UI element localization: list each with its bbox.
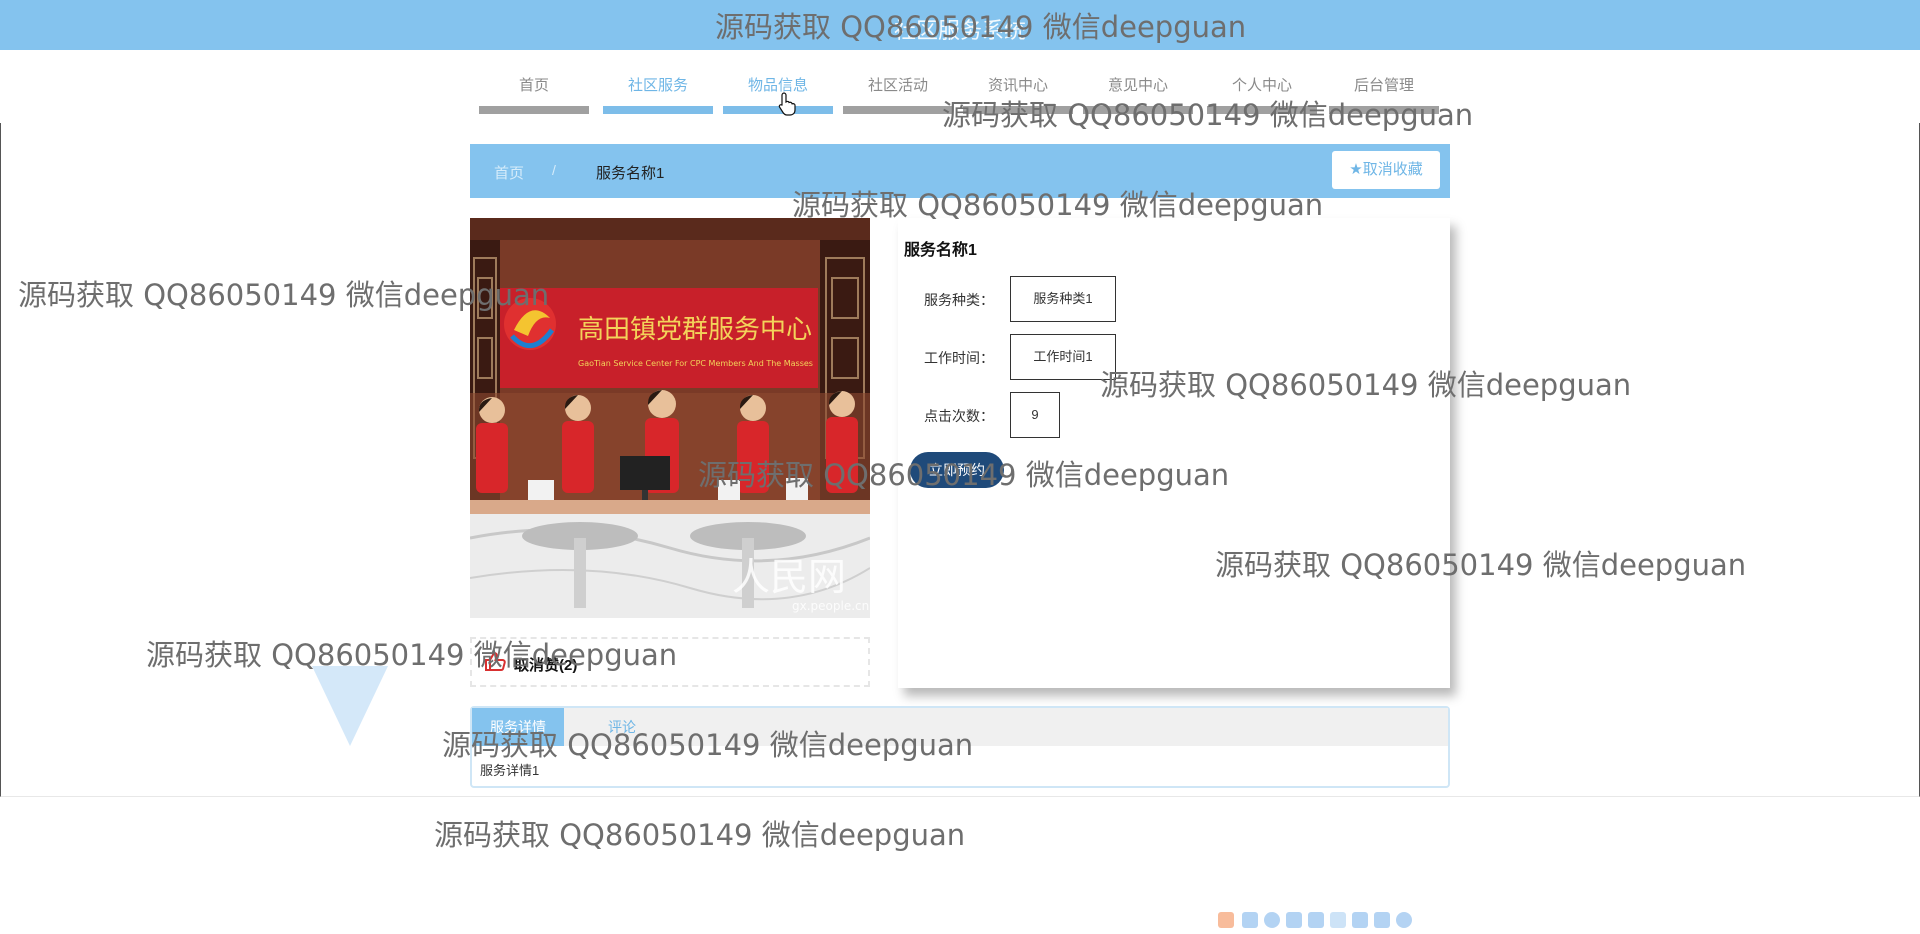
- main-nav: 首页 社区服务 物品信息 社区活动 资讯中心 意见中心 个人中心 后台管理: [479, 68, 1439, 114]
- nav-item-label: 资讯中心: [987, 77, 1048, 94]
- reserve-now-button[interactable]: 立即预约: [910, 452, 1004, 488]
- tab-service-detail[interactable]: 服务详情: [472, 708, 564, 746]
- ime-toolbar: [1218, 908, 1424, 932]
- nav-item-feedback-center[interactable]: 意见中心: [1083, 68, 1193, 114]
- nav-item-underline: [963, 106, 1073, 114]
- photo-watermark-url: gx.people.cn: [792, 599, 869, 613]
- nav-item-admin[interactable]: 后台管理: [1329, 68, 1439, 114]
- ime-logo-icon[interactable]: [1218, 912, 1234, 928]
- service-title: 服务名称1: [904, 242, 977, 259]
- star-icon: ★: [1349, 161, 1363, 178]
- nav-item-label: 社区活动: [867, 77, 928, 94]
- nav-item-underline: [1329, 106, 1439, 114]
- like-box: 取消赞(2): [470, 637, 870, 687]
- ime-shirt-icon[interactable]: [1374, 912, 1390, 928]
- nav-item-community-activity[interactable]: 社区活动: [843, 68, 953, 114]
- field-label-work-time: 工作时间：: [924, 350, 994, 366]
- tab-content: 服务详情1: [480, 763, 540, 778]
- nav-item-label: 社区服务: [627, 77, 688, 94]
- nav-item-underline: [479, 106, 589, 114]
- site-title: 社区服务系统: [893, 18, 1026, 43]
- nav-item-label: 后台管理: [1353, 77, 1414, 94]
- sign-english-text: GaoTian Service Center For CPC Members A…: [578, 359, 813, 368]
- ime-dots-icon[interactable]: [1286, 912, 1302, 928]
- detail-tabs: 服务详情 评论 服务详情1: [470, 706, 1450, 788]
- tabs-header: 服务详情 评论: [472, 708, 1448, 746]
- tab-comments[interactable]: 评论: [592, 708, 652, 746]
- breadcrumb: 首页 / 服务名称1 ★取消收藏: [470, 144, 1450, 198]
- sign-chinese-text: 高田镇党群服务中心: [578, 315, 812, 345]
- ime-keyboard-icon[interactable]: [1308, 912, 1324, 928]
- nav-item-news-center[interactable]: 资讯中心: [963, 68, 1073, 114]
- service-photo: 高田镇党群服务中心 GaoTian Service Center For CPC…: [470, 218, 870, 618]
- top-header-bar: 社区服务系统: [0, 0, 1920, 50]
- field-value-category: 服务种类1: [1010, 276, 1116, 322]
- field-label-category: 服务种类：: [924, 292, 994, 308]
- unfavorite-button[interactable]: ★取消收藏: [1332, 151, 1440, 189]
- field-label-click-count: 点击次数：: [924, 408, 994, 424]
- service-center-photo: 高田镇党群服务中心 GaoTian Service Center For CPC…: [470, 218, 870, 618]
- unfavorite-label: 取消收藏: [1362, 161, 1423, 178]
- ime-gear-icon[interactable]: [1396, 912, 1412, 928]
- field-value-click-count: 9: [1010, 392, 1060, 438]
- breadcrumb-home-link[interactable]: 首页: [494, 162, 524, 183]
- ime-grid-icon[interactable]: [1352, 912, 1368, 928]
- nav-item-underline: [843, 106, 953, 114]
- nav-item-label: 个人中心: [1231, 77, 1292, 94]
- nav-item-personal-center[interactable]: 个人中心: [1207, 68, 1317, 114]
- decorative-triangle: [312, 666, 388, 746]
- watermark-text: 源码获取 QQ86050149 微信deepguan: [434, 818, 966, 852]
- service-detail-card: 服务名称1 服务种类： 服务种类1 工作时间： 工作时间1 点击次数： 9 立即…: [898, 218, 1450, 688]
- breadcrumb-separator: /: [552, 162, 556, 178]
- thumb-up-icon[interactable]: [484, 651, 506, 671]
- nav-item-community-service[interactable]: 社区服务: [603, 68, 713, 114]
- nav-item-underline: [603, 106, 713, 114]
- breadcrumb-current: 服务名称1: [596, 165, 665, 182]
- ime-user-icon[interactable]: [1330, 912, 1346, 928]
- ime-moon-icon[interactable]: [1264, 912, 1280, 928]
- nav-item-underline: [1083, 106, 1193, 114]
- hand-cursor-icon: [778, 92, 796, 116]
- photo-watermark-text: 人民网: [732, 555, 846, 599]
- nav-item-label: 意见中心: [1107, 77, 1168, 94]
- field-value-work-time: 工作时间1: [1010, 334, 1116, 380]
- unlike-button[interactable]: 取消赞(2): [514, 654, 577, 675]
- ime-chinese-icon[interactable]: [1242, 912, 1258, 928]
- nav-item-home[interactable]: 首页: [479, 68, 589, 114]
- nav-item-label: 首页: [518, 77, 549, 94]
- nav-item-underline: [1207, 106, 1317, 114]
